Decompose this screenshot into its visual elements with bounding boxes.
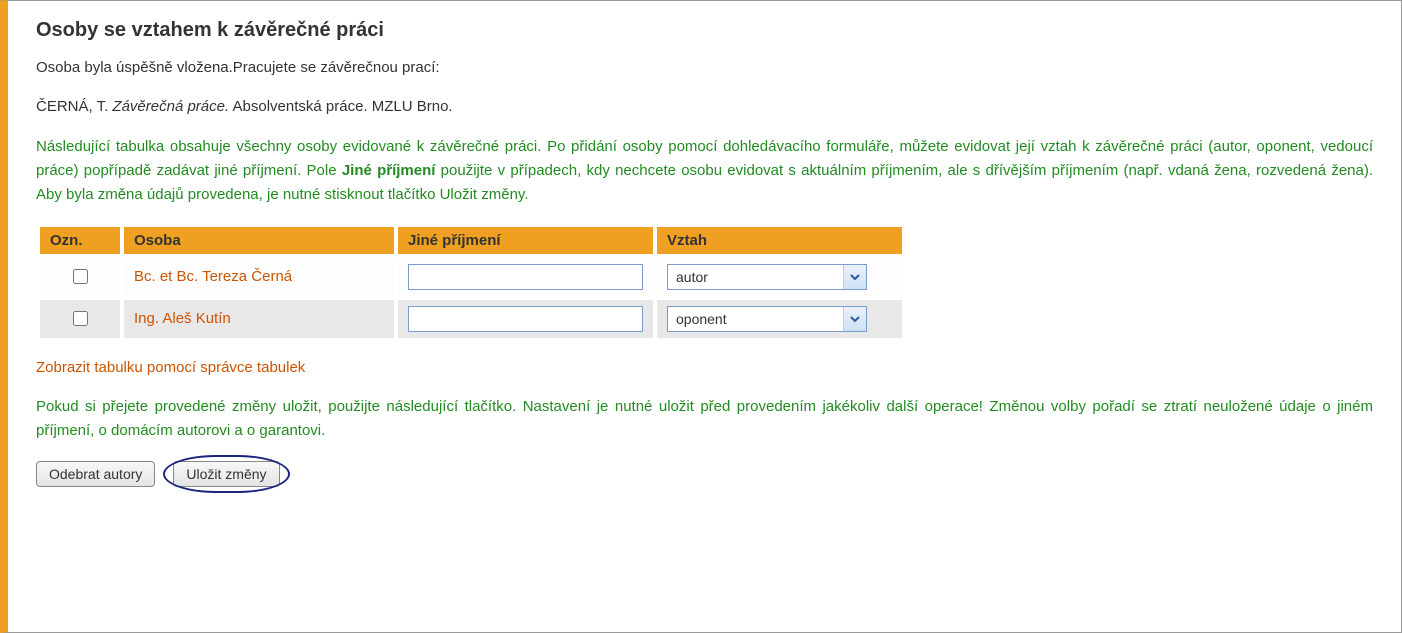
save-highlight: Uložit změny: [173, 461, 279, 487]
person-name-link[interactable]: Bc. et Bc. Tereza Černá: [134, 268, 292, 285]
remove-authors-button[interactable]: Odebrat autory: [36, 461, 155, 487]
table-row: Ing. Aleš Kutín oponent: [40, 300, 902, 338]
row-checkbox[interactable]: [73, 311, 88, 326]
instructions-1-bold: Jiné příjmení: [342, 162, 436, 179]
th-jine: Jiné příjmení: [398, 227, 653, 254]
relation-select[interactable]: oponent: [667, 306, 867, 332]
status-line: Osoba byla úspěšně vložena.Pracujete se …: [36, 56, 1373, 79]
page-title: Osoby se vztahem k závěrečné práci: [36, 19, 1373, 42]
chevron-down-icon[interactable]: [843, 307, 866, 331]
button-row: Odebrat autory Uložit změny: [36, 461, 1373, 487]
other-surname-input[interactable]: [408, 306, 643, 332]
citation-title: Závěrečná práce.: [112, 98, 229, 115]
relation-select[interactable]: autor: [667, 264, 867, 290]
instructions-1: Následující tabulka obsahuje všechny oso…: [36, 135, 1373, 207]
table-manager-link[interactable]: Zobrazit tabulku pomocí správce tabulek: [36, 359, 305, 376]
th-ozn: Ozn.: [40, 227, 120, 254]
relation-value: oponent: [668, 307, 843, 331]
instructions-2: Pokud si přejete provedené změny uložit,…: [36, 395, 1373, 443]
persons-table: Ozn. Osoba Jiné příjmení Vztah Bc. et Bc…: [36, 223, 906, 342]
citation-rest: Absolventská práce. MZLU Brno.: [233, 98, 453, 115]
save-changes-button[interactable]: Uložit změny: [173, 461, 279, 487]
person-name-link[interactable]: Ing. Aleš Kutín: [134, 310, 231, 327]
th-vztah: Vztah: [657, 227, 902, 254]
relation-value: autor: [668, 265, 843, 289]
row-checkbox[interactable]: [73, 269, 88, 284]
other-surname-input[interactable]: [408, 264, 643, 290]
thesis-persons-panel: Osoby se vztahem k závěrečné práci Osoba…: [0, 0, 1402, 633]
th-osoba: Osoba: [124, 227, 394, 254]
chevron-down-icon[interactable]: [843, 265, 866, 289]
citation: ČERNÁ, T. Závěrečná práce. Absolventská …: [36, 95, 1373, 118]
table-row: Bc. et Bc. Tereza Černá autor: [40, 258, 902, 296]
citation-author: ČERNÁ, T.: [36, 98, 108, 115]
